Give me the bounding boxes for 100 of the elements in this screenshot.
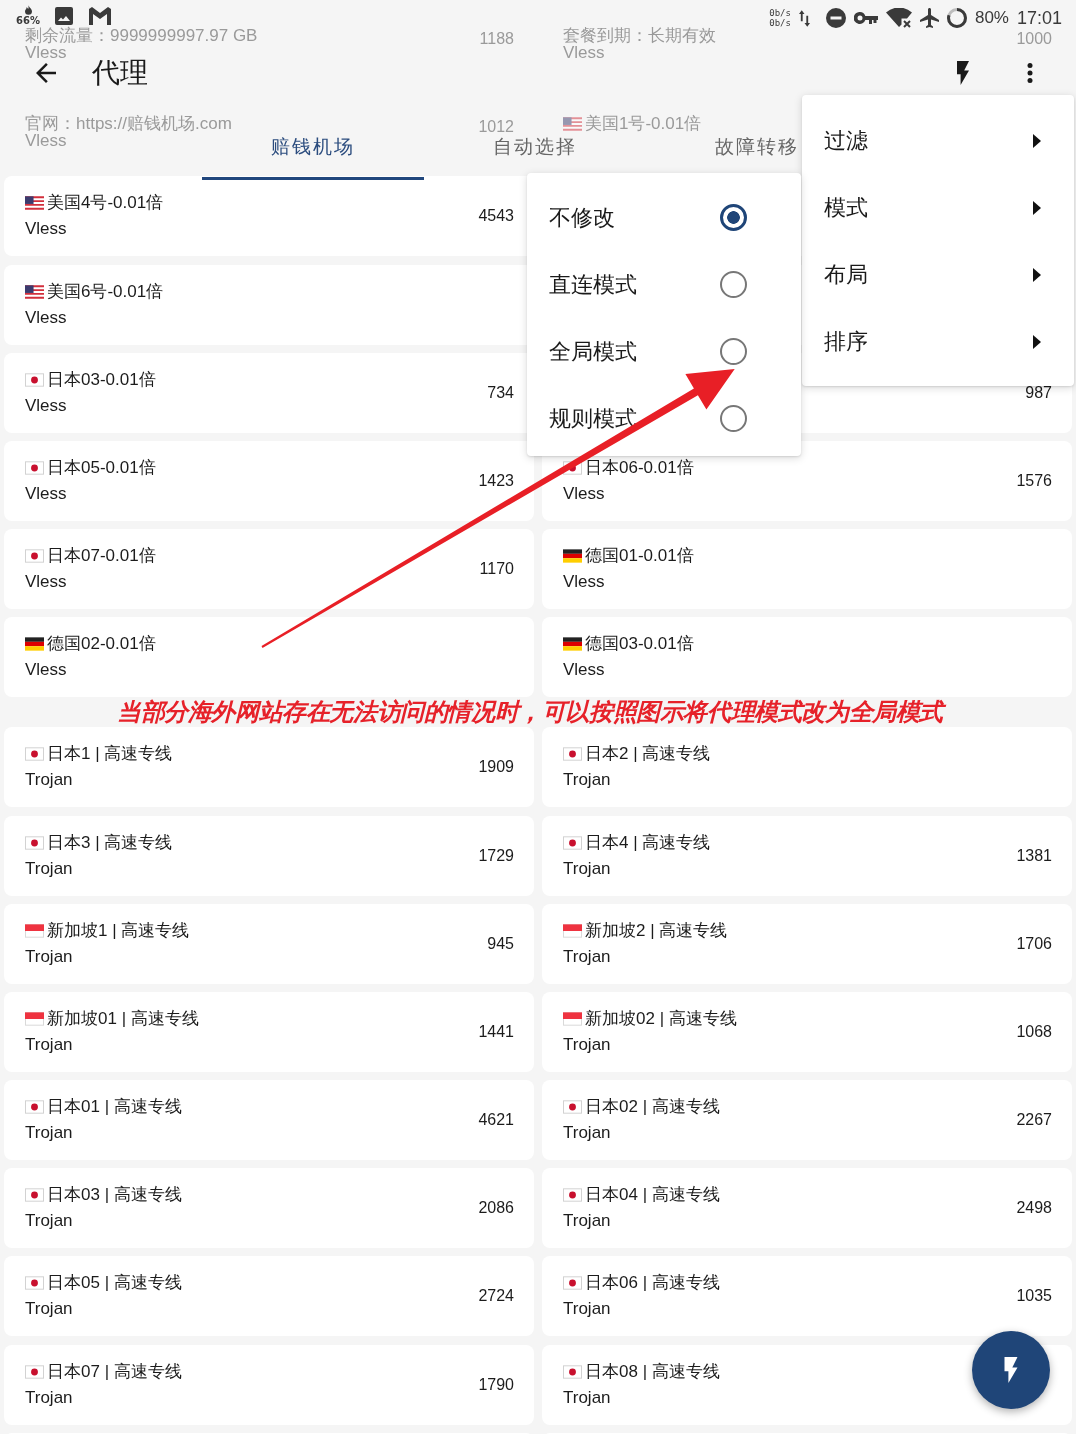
proxy-card[interactable]: 德国01-0.01倍 Vless [542, 529, 1072, 610]
protocol-label: Trojan [563, 1033, 611, 1056]
more-options-icon[interactable] [1027, 63, 1033, 83]
menu-item[interactable]: 布局 [802, 241, 1074, 308]
proxy-card[interactable]: 新加坡1 | 高速专线 Trojan 945 [4, 903, 534, 984]
proxy-card[interactable]: 日本02 | 高速专线 Trojan 2267 [542, 1080, 1072, 1161]
proxy-card[interactable]: 日本4 | 高速专线 Trojan 1381 [542, 815, 1072, 896]
proxy-name: 美国1号-0.01倍 [585, 115, 702, 133]
latency-value: 1012 [478, 119, 514, 136]
proxy-name: 日本06-0.01倍 [585, 456, 694, 479]
proxy-card[interactable]: 日本06 | 高速专线 Trojan 1035 [542, 1256, 1072, 1337]
proxy-card[interactable]: 日本1 | 高速专线 Trojan 1909 [4, 727, 534, 808]
radio-button[interactable] [720, 338, 747, 365]
proxy-name: 美国4号-0.01倍 [47, 192, 164, 215]
flag-icon [563, 637, 582, 652]
protocol-label: Trojan [25, 857, 73, 880]
latency-value: 1790 [478, 1374, 514, 1395]
protocol-label: Trojan [25, 1122, 73, 1145]
proxy-name: 美国6号-0.01倍 [47, 280, 164, 303]
protocol-label: Trojan [563, 1386, 611, 1409]
flag-icon [563, 747, 582, 762]
proxy-name: 日本07-0.01倍 [47, 545, 156, 568]
latency-value: 2267 [1016, 1110, 1052, 1131]
latency-value: 1729 [478, 845, 514, 866]
flag-icon [25, 372, 44, 387]
flag-icon [563, 1364, 582, 1379]
proxy-card[interactable]: 德国03-0.01倍 Vless [542, 617, 1072, 698]
wifi-off-icon [885, 8, 912, 28]
back-icon[interactable] [36, 63, 56, 83]
radio-button[interactable] [720, 204, 747, 231]
flag-icon [25, 637, 44, 652]
flag-icon [25, 549, 44, 564]
flag-icon [563, 1011, 582, 1026]
protocol-label: Trojan [563, 1210, 611, 1233]
latency-value: 1000 [1016, 31, 1052, 47]
protocol-label: Trojan [563, 769, 611, 792]
proxy-card[interactable]: 日本07-0.01倍 Vless 1170 [4, 529, 534, 610]
flag-icon [25, 1100, 44, 1115]
proxy-card[interactable]: 日本05 | 高速专线 Trojan 2724 [4, 1256, 534, 1337]
proxy-name: 日本04 | 高速专线 [585, 1184, 720, 1207]
proxy-name: 日本03 | 高速专线 [47, 1184, 182, 1207]
protocol-label: Vless [563, 482, 605, 505]
proxy-card[interactable]: 日本08 | 高速专线 Trojan [542, 1344, 1072, 1425]
protocol-label: Vless [25, 482, 67, 505]
proxy-card[interactable]: 新加坡02 | 高速专线 Trojan 1068 [542, 991, 1072, 1072]
latency-value: 1188 [479, 31, 514, 47]
proxy-card[interactable]: 日本2 | 高速专线 Trojan [542, 727, 1072, 808]
menu-item[interactable]: 排序 [802, 308, 1074, 375]
protocol-label: Trojan [25, 769, 73, 792]
protocol-label: Trojan [25, 1386, 73, 1409]
latency-value: 734 [487, 382, 514, 403]
protocol-label: Vless [25, 659, 67, 682]
latency-value: 945 [487, 933, 514, 954]
lightning-icon [1004, 1357, 1018, 1383]
latency-value: 1441 [478, 1021, 514, 1042]
radio-button[interactable] [720, 271, 747, 298]
proxy-name: 日本03-0.01倍 [47, 368, 156, 391]
menu-item[interactable]: 过滤 [802, 107, 1074, 174]
proxy-card[interactable]: 日本03 | 高速专线 Trojan 2086 [4, 1168, 534, 1249]
flag-icon [25, 284, 44, 299]
proxy-card[interactable]: 新加坡2 | 高速专线 Trojan 1706 [542, 903, 1072, 984]
battery-ring-icon [946, 8, 967, 28]
protocol-label: Trojan [563, 857, 611, 880]
proxy-name: 剩余流量：9999999997.97 GB [25, 27, 258, 44]
latency-value: 1170 [479, 559, 514, 580]
protocol-label: Vless [25, 306, 67, 329]
proxy-card[interactable]: 新加坡01 | 高速专线 Trojan 1441 [4, 991, 534, 1072]
proxy-card[interactable]: 日本04 | 高速专线 Trojan 2498 [542, 1168, 1072, 1249]
lightning-icon[interactable] [956, 61, 970, 85]
key-icon [853, 12, 878, 24]
image-icon [55, 6, 73, 25]
mail-icon [89, 6, 111, 25]
flag-icon [563, 116, 582, 131]
proxy-card[interactable]: 日本01 | 高速专线 Trojan 4621 [4, 1080, 534, 1161]
proxy-name: 日本08 | 高速专线 [585, 1360, 720, 1383]
flag-icon [25, 196, 44, 211]
proxy-card[interactable]: 日本05-0.01倍 Vless 1423 [4, 440, 534, 521]
proxy-name: 日本01 | 高速专线 [47, 1096, 182, 1119]
clock-time: 17:01 [1016, 7, 1062, 29]
proxy-name: 新加坡1 | 高速专线 [47, 919, 190, 942]
do-not-disturb-icon [825, 8, 846, 28]
screen-title: 代理 [92, 56, 148, 90]
tab[interactable]: 赔钱机场 [202, 136, 424, 180]
flag-icon [25, 460, 44, 475]
proxy-name: 新加坡01 | 高速专线 [47, 1007, 199, 1030]
proxy-name: 日本3 | 高速专线 [47, 831, 173, 854]
latency-value: 1706 [1016, 933, 1052, 954]
latency-value: 4621 [478, 1110, 514, 1131]
radio-button[interactable] [720, 405, 747, 432]
proxy-name: 日本06 | 高速专线 [585, 1272, 720, 1295]
proxy-card[interactable]: 日本3 | 高速专线 Trojan 1729 [4, 815, 534, 896]
proxy-name: 日本4 | 高速专线 [585, 831, 711, 854]
proxy-card[interactable]: 日本07 | 高速专线 Trojan 1790 [4, 1344, 534, 1425]
protocol-label: Trojan [25, 1298, 73, 1321]
flag-icon [25, 923, 44, 938]
proxy-card[interactable]: 德国02-0.01倍 Vless [4, 617, 534, 698]
menu-item[interactable]: 模式 [802, 174, 1074, 241]
latency-value: 987 [1025, 382, 1052, 403]
proxy-name: 官网：https://赔钱机场.com [25, 115, 232, 133]
proxy-name: 日本07 | 高速专线 [47, 1360, 182, 1383]
